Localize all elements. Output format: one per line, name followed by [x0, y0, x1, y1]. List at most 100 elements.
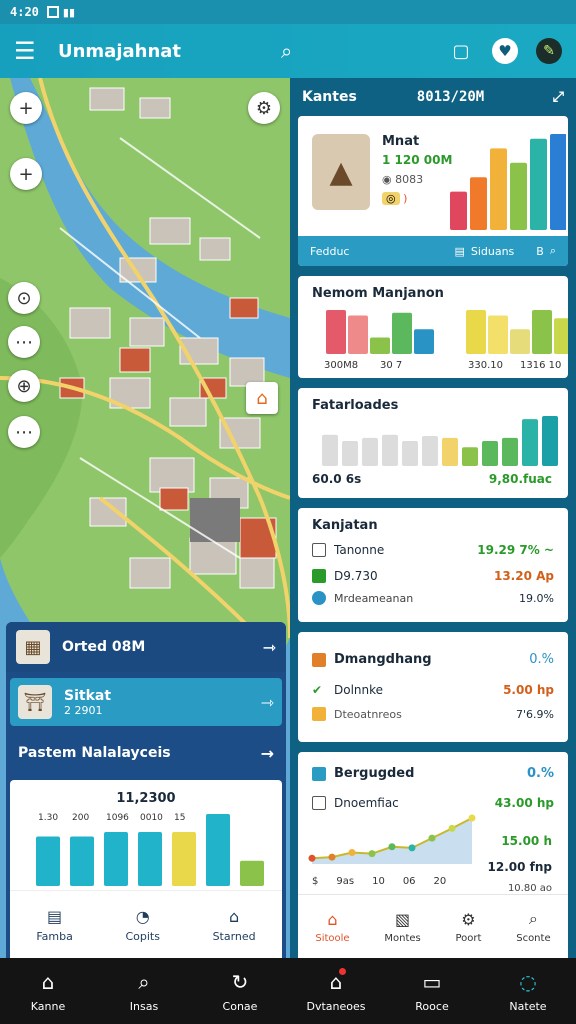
- status-bar: 4:20 ▮▮ ✶ ▮▮ ◠: [0, 0, 576, 958]
- nemom-bar-right: [554, 318, 568, 354]
- bergugded-row-1[interactable]: Bergugded 0.%: [312, 766, 554, 781]
- analysis-header[interactable]: Pastem Nalalayceis →: [6, 732, 286, 774]
- dmangdhang-card[interactable]: Dmangdhang 0.% ✔ Dolnnke 5.00 hp Dteoatnreo…: [298, 632, 568, 742]
- pulse-icon: ▭: [422, 969, 442, 994]
- home-icon: ⌂: [41, 969, 55, 994]
- axis-label: 20: [433, 876, 447, 887]
- tab-sitoole[interactable]: ⌂ Sitoole: [315, 910, 349, 944]
- kanjatan-row-2[interactable]: D9.730 13.20 Ap: [312, 569, 554, 583]
- dashboard-date: 8013/20M: [416, 89, 485, 105]
- tag-icon: [312, 707, 326, 721]
- notification-dot: [339, 967, 347, 975]
- nav-rooce-label: Rooce: [415, 999, 449, 1013]
- nav-dvtaneoes[interactable]: ⌂ Dvtaneoes: [296, 967, 376, 1013]
- hero-value: 1 120 00M: [382, 153, 453, 167]
- fatarloades-bar: [342, 441, 358, 466]
- building-marker[interactable]: ⌂: [246, 382, 278, 414]
- tab-poort[interactable]: ⚙ Poort: [456, 910, 482, 944]
- more-button[interactable]: ⋯: [8, 326, 40, 358]
- tab-famba-label: Famba: [36, 929, 73, 943]
- fatarloades-bar: [462, 447, 478, 466]
- calendar-icon: [312, 543, 326, 557]
- hero-bar: [510, 162, 527, 230]
- zoom-in-button[interactable]: +: [10, 92, 42, 124]
- bergugded-row-2[interactable]: Dnoemfiac 43.00 hp: [312, 796, 554, 810]
- bergugded-row-1-label: Bergugded: [334, 766, 415, 781]
- nemom-card[interactable]: Nemom Manjanon 300M8 30 7 330.10 1316 10: [298, 276, 568, 378]
- options-button[interactable]: ⋯: [8, 416, 40, 448]
- analysis-bar: [206, 814, 230, 886]
- kanjatan-row-1[interactable]: Tanonne 19.29 7% ~: [312, 543, 554, 557]
- bergugded-row-2-label: Dnoemfiac: [334, 796, 399, 810]
- hero-card[interactable]: ▲ Mnat 1 120 00M ◉ 8083 ◎ ) Fedduc ▤ Sid…: [298, 116, 568, 266]
- place-row-1[interactable]: ▦ Orted 08M ⇾: [6, 622, 286, 672]
- analysis-chart-top-label: 11,2300: [116, 791, 175, 806]
- place-row-2[interactable]: ⛩ Sitkat 2 2901 ⇾: [10, 678, 282, 726]
- nav-rooce[interactable]: ▭ Rooce: [392, 970, 472, 1013]
- bar-chart-icon: [312, 652, 326, 667]
- sync-icon: ◌: [519, 969, 537, 994]
- dmangdhang-row-3[interactable]: Dteoatnreos 7'6.9%: [312, 707, 554, 721]
- building-thumb-icon: ▦: [16, 630, 50, 664]
- nav-insas[interactable]: ⌕ Insas: [104, 970, 184, 1013]
- kanjatan-row-2-label: D9.730: [334, 569, 378, 583]
- hero-footer: Fedduc ▤ Siduans B ⌕: [298, 236, 568, 266]
- trend-point: [388, 843, 396, 851]
- axis-label: 9as: [336, 876, 355, 887]
- dashboard-label: Kantes: [302, 89, 357, 105]
- kanjatan-row-3[interactable]: Mrdeameanan 19.0%: [312, 591, 554, 605]
- profile-icon[interactable]: ✎: [536, 38, 562, 64]
- axis-label: 10: [372, 876, 385, 887]
- tab-montes[interactable]: ▧ Montes: [384, 910, 420, 944]
- tab-starned[interactable]: ⌂ Starned: [213, 907, 256, 943]
- locate-button[interactable]: +: [10, 158, 42, 190]
- tab-famba[interactable]: ▤ Famba: [36, 907, 73, 943]
- shield-icon[interactable]: ♥: [492, 38, 518, 64]
- stats-icon[interactable]: ▤: [454, 245, 464, 258]
- dmangdhang-row-1[interactable]: Dmangdhang 0.%: [312, 652, 554, 667]
- nemom-bar-right: [466, 310, 486, 354]
- trend-point: [328, 853, 336, 861]
- nav-dvtaneoes-label: Dvtaneoes: [306, 999, 366, 1013]
- fatarloades-card[interactable]: Fatarloades 60.0 6s 9,80.fuac: [298, 388, 568, 498]
- trend-point: [308, 854, 316, 862]
- hero-bar: [450, 191, 467, 230]
- analysis-bar: [172, 832, 196, 886]
- dmangdhang-row-2[interactable]: ✔ Dolnnke 5.00 hp: [312, 683, 554, 697]
- temple-thumb-icon: ⛩: [18, 685, 52, 719]
- nav-conae-label: Conae: [222, 999, 258, 1013]
- nav-kanne[interactable]: ⌂ Kanne: [8, 970, 88, 1013]
- analysis-tabs: ▤ Famba ◔ Copits ⌂ Starned: [10, 890, 282, 958]
- nemom-caption-b: 30 7: [380, 360, 402, 371]
- arrow-right-icon[interactable]: ⇾: [261, 693, 274, 712]
- tab-copits[interactable]: ◔ Copits: [125, 907, 160, 943]
- hero-bar: [470, 177, 487, 230]
- bank-icon: ⌂: [229, 906, 240, 926]
- analysis-bar: [138, 832, 162, 886]
- layers-button[interactable]: ⊙: [8, 282, 40, 314]
- nav-natete[interactable]: ◌ Natete: [488, 970, 568, 1013]
- layers-icon[interactable]: ▢: [448, 38, 474, 64]
- hero-sub1: ◉ 8083: [382, 173, 424, 186]
- nav-conae[interactable]: ↻ Conae: [200, 970, 280, 1013]
- expand-icon[interactable]: ⤢: [553, 89, 564, 105]
- search-icon[interactable]: ⌕: [281, 39, 292, 63]
- compass-button[interactable]: ⊕: [8, 370, 40, 402]
- tab-starned-label: Starned: [212, 929, 256, 943]
- menu-icon[interactable]: ☰: [14, 37, 42, 65]
- places-panel: ▦ Orted 08M ⇾ ⛩ Sitkat 2 2901 ⇾ Pastem N…: [6, 622, 286, 958]
- analysis-bar: [36, 836, 60, 886]
- nemom-bar-left: [326, 310, 346, 354]
- kanjatan-card[interactable]: Kanjatan Tanonne 19.29 7% ~ D9.730 13.20 A…: [298, 508, 568, 622]
- fatarloades-left-value: 60.0 6s: [312, 472, 362, 486]
- bergugded-axis: $ 9as 10 06 20: [312, 876, 446, 887]
- fatarloades-bar: [442, 437, 458, 466]
- tab-sconte[interactable]: ⌕ Sconte: [516, 909, 550, 944]
- settings-button[interactable]: ⚙: [248, 92, 280, 124]
- fatarloades-bar: [382, 434, 398, 466]
- arrow-right-icon[interactable]: →: [261, 744, 274, 763]
- search-icon[interactable]: ⌕: [550, 244, 556, 258]
- hero-badge-icon: ◎ ): [382, 192, 452, 205]
- arrow-right-icon[interactable]: ⇾: [263, 638, 276, 657]
- fatarloades-bar: [542, 416, 558, 466]
